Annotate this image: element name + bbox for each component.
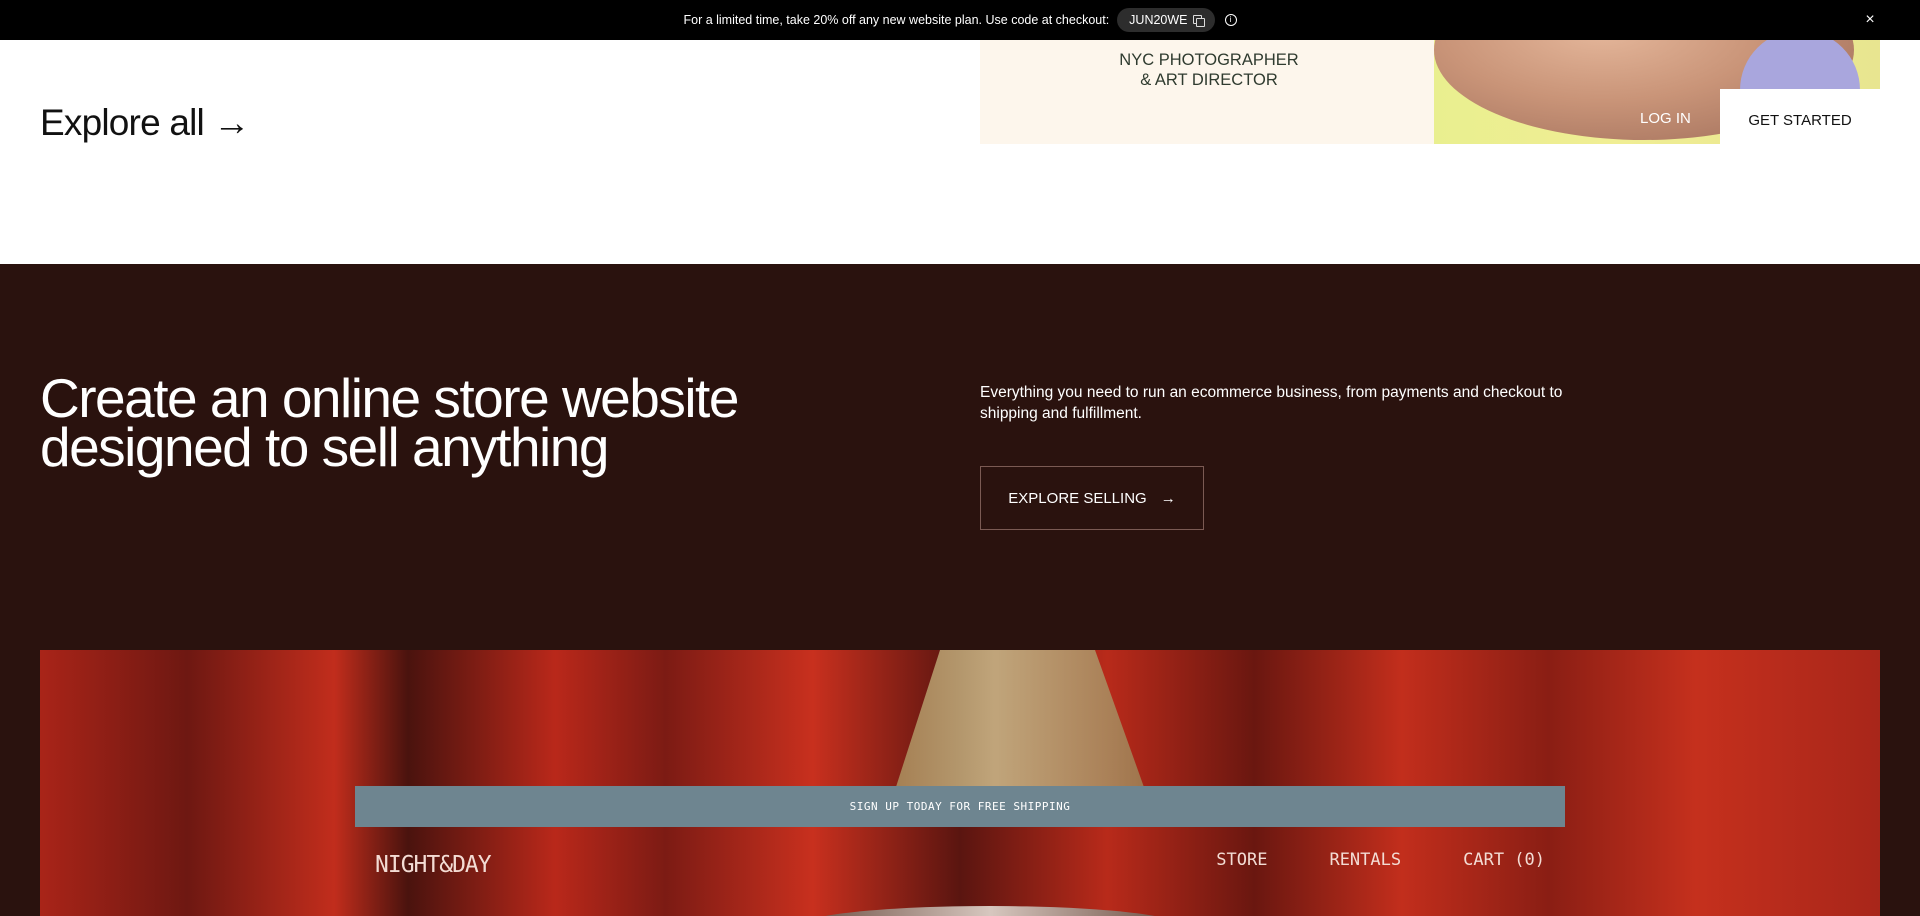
preview-nav-cart: CART (0) [1463,850,1545,870]
selling-description: Everything you need to run an ecommerce … [980,384,1563,422]
preview-nav-rentals: RENTALS [1329,850,1402,870]
bowl-shape [800,906,1180,916]
preview-nav: STORE RENTALS CART (0) [1216,850,1545,870]
copy-icon[interactable] [1192,15,1205,27]
store-preview-image: SIGN UP TODAY FOR FREE SHIPPING NIGHT&DA… [40,650,1880,916]
promo-bar: For a limited time, take 20% off any new… [0,0,1920,40]
preview-banner: SIGN UP TODAY FOR FREE SHIPPING [355,786,1565,827]
selling-headline: Create an online store website designed … [40,367,739,478]
promo-text: For a limited time, take 20% off any new… [683,13,1110,27]
close-icon[interactable]: × [1860,10,1880,30]
explore-all-link[interactable]: Explore all → [40,102,250,144]
preview-logo: NIGHT&DAY [375,852,492,878]
explore-selling-button[interactable]: EXPLORE SELLING → [980,466,1204,530]
top-section: Explore all → NYC PHOTOGRAPHER & ART DIR… [0,40,1920,264]
preview-website: SIGN UP TODAY FOR FREE SHIPPING NIGHT&DA… [355,786,1565,916]
get-started-button[interactable]: GET STARTED [1720,89,1880,151]
preview-nav-store: STORE [1216,850,1268,870]
info-icon[interactable]: i [1224,14,1237,26]
arrow-right-icon: → [1160,489,1176,507]
card-caption: NYC PHOTOGRAPHER & ART DIRECTOR [1119,51,1299,89]
login-link[interactable]: LOG IN [1640,110,1691,127]
explore-selling-label: EXPLORE SELLING [1008,489,1147,507]
lamp-shape [895,650,1145,790]
selling-section: Create an online store website designed … [0,264,1920,916]
promo-code: JUN20WE [1129,13,1188,27]
promo-code-chip[interactable]: JUN20WE [1117,8,1215,32]
